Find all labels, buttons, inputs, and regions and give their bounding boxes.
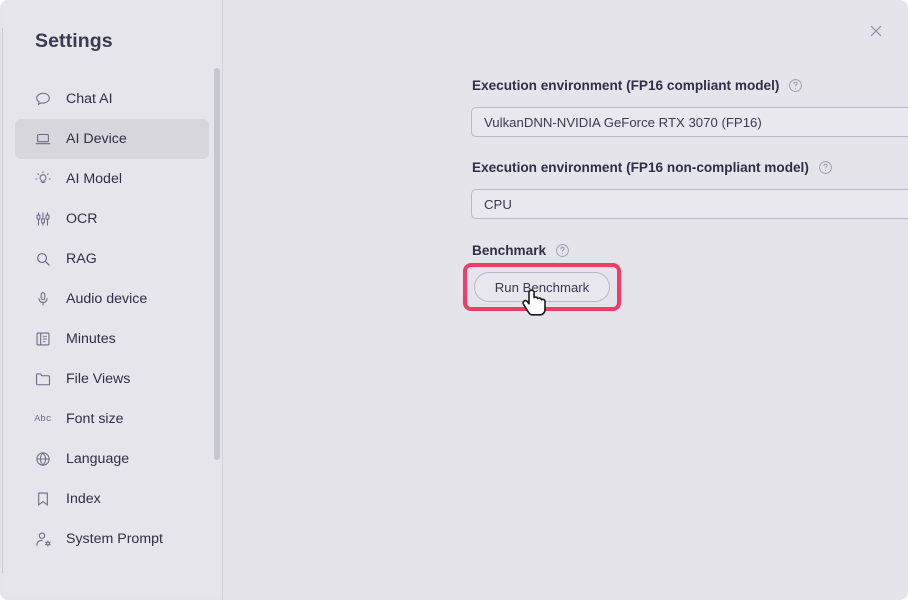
sidebar-item-label: RAG — [66, 251, 97, 267]
abc-text-icon-label: Abc — [34, 413, 52, 425]
sliders-icon — [32, 208, 54, 230]
fp16-non-compliant-label-text: Execution environment (FP16 non-complian… — [472, 160, 809, 175]
benchmark-label-text: Benchmark — [472, 243, 547, 258]
sidebar-item-label: Audio device — [66, 291, 148, 307]
fp16-compliant-select-value: VulkanDNN-NVIDIA GeForce RTX 3070 (FP16) — [484, 114, 762, 130]
chat-bubble-icon — [32, 88, 54, 110]
settings-sidebar: Settings Chat AI AI Device AI Model OCR … — [2, 0, 222, 597]
help-icon[interactable] — [818, 160, 833, 175]
help-icon[interactable] — [555, 243, 570, 258]
book-icon — [32, 328, 54, 350]
sidebar-nav-list: Chat AI AI Device AI Model OCR RAG Audio… — [15, 79, 209, 559]
sidebar-item-label: AI Device — [66, 131, 127, 147]
laptop-icon — [32, 128, 54, 150]
fp16-compliant-label-text: Execution environment (FP16 compliant mo… — [472, 78, 780, 93]
sidebar-item-label: Minutes — [66, 331, 116, 347]
lightbulb-icon — [32, 168, 54, 190]
settings-content-panel: Execution environment (FP16 compliant mo… — [223, 0, 908, 600]
microphone-icon — [32, 288, 54, 310]
sidebar-item-chat-ai[interactable]: Chat AI — [15, 79, 209, 119]
search-icon — [32, 248, 54, 270]
sidebar-item-label: File Views — [66, 371, 131, 387]
sidebar-item-minutes[interactable]: Minutes — [15, 319, 209, 359]
run-benchmark-button-label: Run Benchmark — [494, 279, 590, 295]
sidebar-item-label: Font size — [66, 411, 124, 427]
user-gear-icon — [32, 528, 54, 550]
benchmark-label: Benchmark — [472, 243, 570, 258]
sidebar-item-label: OCR — [66, 211, 98, 227]
sidebar-item-ai-model[interactable]: AI Model — [15, 159, 209, 199]
sidebar-item-label: Index — [66, 491, 101, 507]
sidebar-edge-line — [2, 28, 3, 573]
settings-dialog: Settings Chat AI AI Device AI Model OCR … — [0, 0, 908, 600]
sidebar-item-label: Chat AI — [66, 91, 113, 107]
folder-icon — [32, 368, 54, 390]
abc-text-icon: Abc — [32, 408, 54, 430]
close-button[interactable] — [864, 19, 888, 43]
sidebar-item-audio-device[interactable]: Audio device — [15, 279, 209, 319]
sidebar-item-ai-device[interactable]: AI Device — [15, 119, 209, 159]
sidebar-item-language[interactable]: Language — [15, 439, 209, 479]
bookmark-icon — [32, 488, 54, 510]
fp16-compliant-label: Execution environment (FP16 compliant mo… — [472, 78, 803, 93]
close-icon — [870, 25, 882, 37]
sidebar-item-label: Language — [66, 451, 130, 467]
help-icon[interactable] — [788, 78, 803, 93]
sidebar-scrollbar-thumb[interactable] — [214, 68, 220, 460]
fp16-non-compliant-label: Execution environment (FP16 non-complian… — [472, 160, 833, 175]
fp16-compliant-select[interactable]: VulkanDNN-NVIDIA GeForce RTX 3070 (FP16) — [471, 107, 908, 137]
globe-icon — [32, 448, 54, 470]
sidebar-item-file-views[interactable]: File Views — [15, 359, 209, 399]
sidebar-item-system-prompt[interactable]: System Prompt — [15, 519, 209, 559]
sidebar-item-font-size[interactable]: Abc Font size — [15, 399, 209, 439]
sidebar-item-label: AI Model — [66, 171, 122, 187]
fp16-non-compliant-select-value: CPU — [484, 196, 512, 212]
sidebar-item-ocr[interactable]: OCR — [15, 199, 209, 239]
run-benchmark-button[interactable]: Run Benchmark — [474, 272, 610, 302]
sidebar-item-rag[interactable]: RAG — [15, 239, 209, 279]
fp16-non-compliant-select[interactable]: CPU — [471, 189, 908, 219]
sidebar-item-label: System Prompt — [66, 531, 163, 547]
sidebar-item-index[interactable]: Index — [15, 479, 209, 519]
page-title: Settings — [35, 30, 113, 52]
